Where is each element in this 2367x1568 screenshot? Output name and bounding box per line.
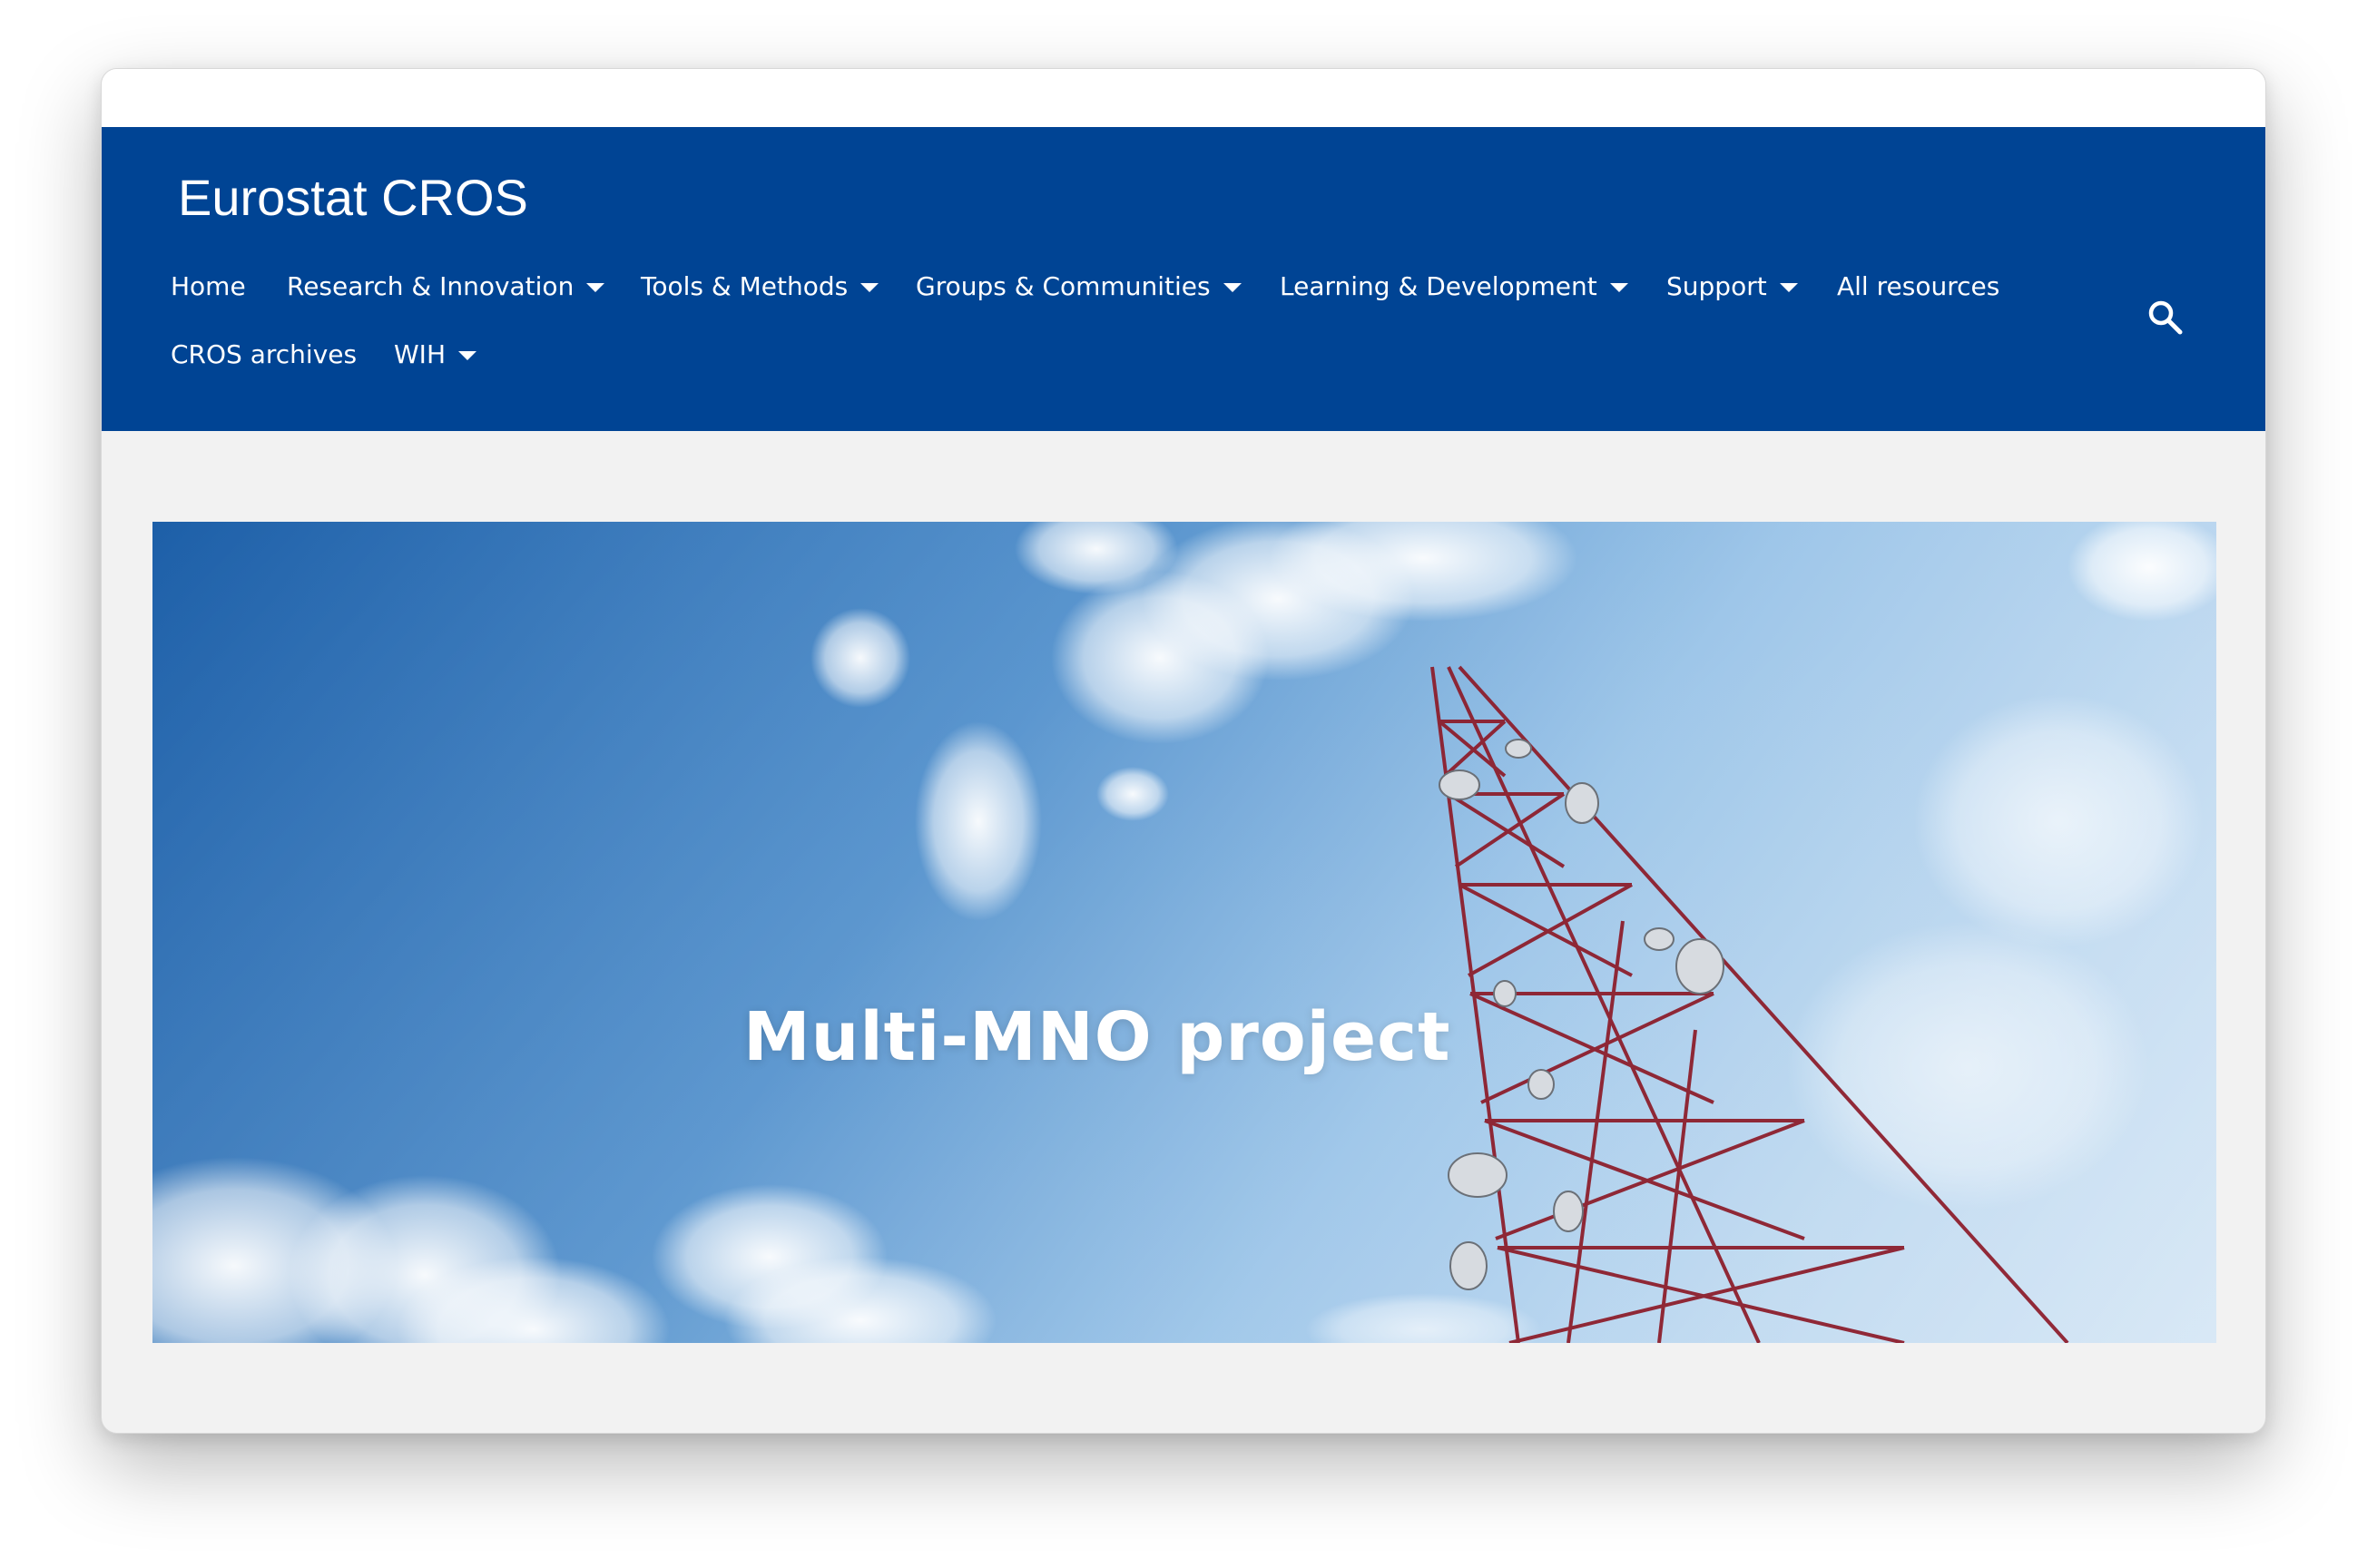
nav-item-tools-methods[interactable]: Tools & Methods [641,259,879,313]
search-button[interactable] [2146,298,2185,338]
main-navigation: Home Research & Innovation Tools & Metho… [102,127,2265,431]
nav-item-home[interactable]: Home [171,259,246,313]
nav-item-label: Home [171,270,246,301]
nav-item-label: Tools & Methods [641,270,849,301]
caret-down-icon [1609,283,1628,292]
nav-item-label: Learning & Development [1280,270,1597,301]
nav-item-label: Support [1666,270,1767,301]
nav-item-label: Groups & Communities [916,270,1211,301]
caret-down-icon [1223,283,1242,292]
hero-banner: Multi-MNO project [152,522,2216,1343]
search-icon [2148,300,2183,335]
site-header: Eurostat CROS Home Research & Innovation… [102,127,2265,431]
nav-item-label: Research & Innovation [287,270,575,301]
nav-item-research-innovation[interactable]: Research & Innovation [287,259,605,313]
caret-down-icon [458,351,476,360]
hero-title: Multi-MNO project [743,998,1451,1076]
nav-item-label: All resources [1837,270,2000,301]
window-titlebar [102,69,2265,127]
nav-item-support[interactable]: Support [1666,259,1798,313]
nav-item-wih[interactable]: WIH [394,327,476,381]
caret-down-icon [1779,283,1798,292]
nav-item-learning-development[interactable]: Learning & Development [1280,259,1628,313]
nav-item-label: CROS archives [171,338,358,369]
browser-window: Eurostat CROS Home Research & Innovation… [101,68,2266,1434]
caret-down-icon [586,283,605,292]
nav-item-all-resources[interactable]: All resources [1837,259,1999,313]
nav-item-label: WIH [394,338,446,369]
nav-item-cros-archives[interactable]: CROS archives [171,327,357,381]
hero-image [152,522,2216,1343]
caret-down-icon [860,283,879,292]
nav-item-groups-communities[interactable]: Groups & Communities [916,259,1242,313]
